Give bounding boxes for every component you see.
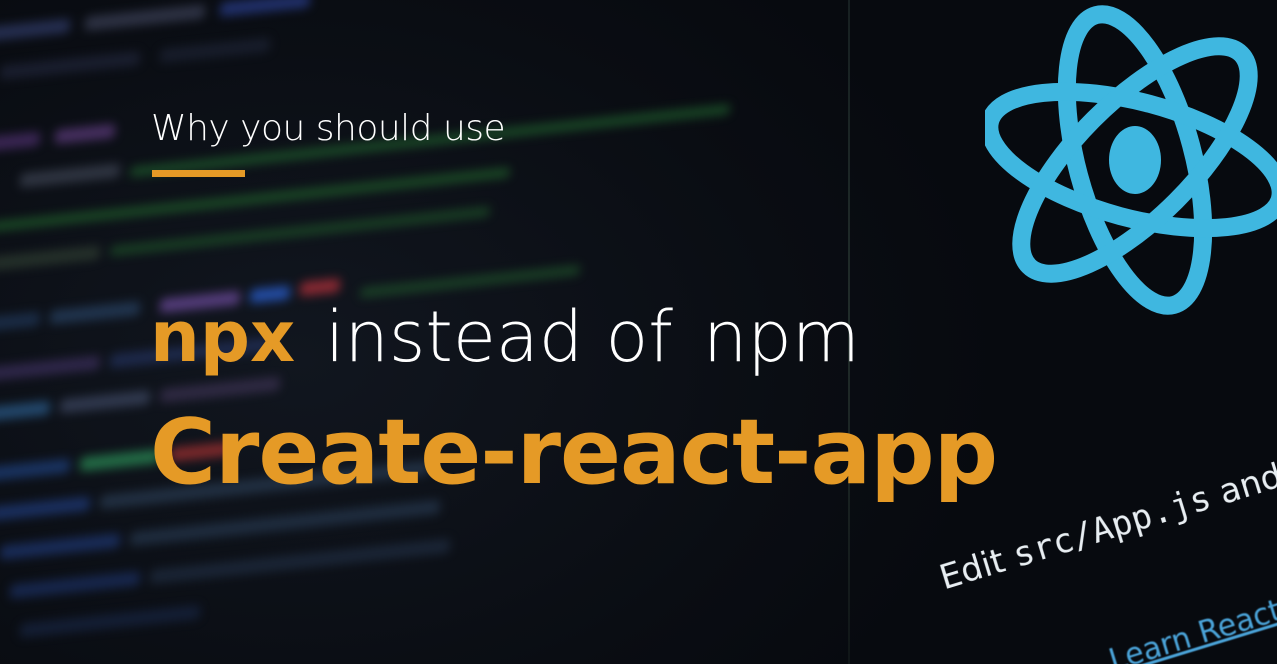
accent-underline — [152, 170, 245, 177]
npx-keyword: npx — [150, 296, 296, 378]
instead-of-text: instead of — [325, 296, 673, 378]
banner: Why you should use npx instead of npm Crea… — [0, 0, 1277, 664]
npm-keyword: npm — [702, 296, 860, 378]
learn-react-link: Learn React — [1105, 592, 1277, 664]
page-title: Create-react-app — [150, 400, 998, 505]
edit-prefix: Edit — [935, 537, 1021, 599]
edit-suffix: and save to — [1214, 416, 1277, 513]
kicker-text: Why you should use — [151, 108, 506, 149]
subtitle-line: npx instead of npm — [150, 302, 860, 372]
edit-path: src/App.js — [1008, 477, 1216, 576]
react-atom-icon — [985, 5, 1277, 315]
